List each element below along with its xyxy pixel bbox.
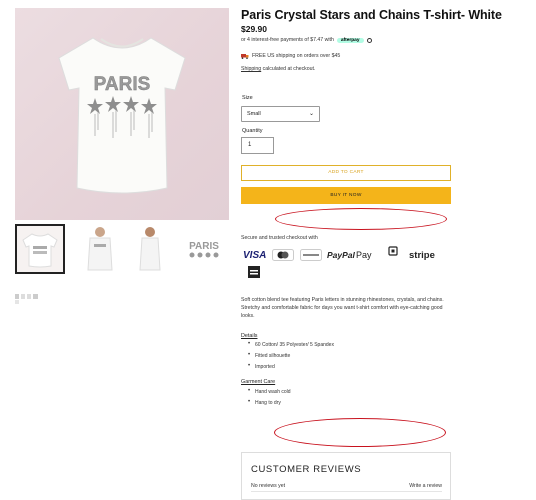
size-select-value: Small [247, 111, 261, 117]
quantity-value: 1 [248, 142, 252, 148]
details-item: Imported [248, 363, 275, 370]
mastercard-circles-icon [272, 249, 294, 261]
buy-it-now-button[interactable]: BUY IT NOW [241, 187, 451, 204]
mastercard-icon [272, 248, 294, 262]
discover-card-icon [300, 249, 322, 261]
quantity-label: Quantity [242, 128, 263, 134]
print-closeup-graphic: PARIS [189, 241, 219, 258]
apple-pay-logo: Pay [356, 248, 372, 262]
model-front-graphic [87, 227, 113, 271]
amex-card-icon [248, 266, 260, 278]
shipping-notice: FREE US shipping on orders over $45 [241, 53, 340, 59]
reviews-title: CUSTOMER REVIEWS [251, 464, 362, 475]
product-title: Paris Crystal Stars and Chains T-shirt- … [241, 8, 502, 22]
product-description: Soft cotton blend tee featuring Paris le… [241, 297, 444, 319]
model-side-graphic [139, 227, 161, 271]
write-review-link[interactable]: Write a review [409, 483, 442, 489]
thumbnail-3[interactable] [130, 224, 170, 274]
no-reviews-text: No reviews yet [251, 483, 286, 489]
shirt-print-text: PARIS [94, 74, 151, 95]
shipping-calc-text: calculated at checkout. [262, 66, 316, 72]
visa-logo: VISA [243, 248, 266, 262]
thumbnail-2[interactable] [75, 224, 125, 274]
size-label: Size [242, 95, 253, 101]
garment-care-heading: Garment Care [241, 379, 276, 385]
mini-thumbnails-icon [15, 294, 38, 304]
discover-icon [300, 248, 322, 262]
installments-text: or 4 interest-free payments of $7.47 wit… [241, 37, 334, 43]
care-item: Hang to dry [248, 399, 281, 406]
afterpay-badge[interactable]: afterpay [336, 37, 364, 43]
paypal-logo: PayPal [327, 248, 355, 262]
size-select[interactable]: Small ⌄ [241, 106, 320, 122]
quantity-input[interactable]: 1 [241, 137, 274, 154]
apple-pay-label: Pay [356, 250, 372, 260]
secure-checkout-text: Secure and trusted checkout with [241, 235, 318, 241]
amex-icon [248, 265, 260, 283]
stripe-logo: stripe [409, 248, 435, 262]
divider [251, 491, 442, 492]
info-icon[interactable] [366, 37, 372, 43]
shipping-notice-text: FREE US shipping on orders over $45 [252, 53, 341, 59]
details-item: 60 Cotton/ 35 Polyester/ 5 Spandex [248, 341, 334, 348]
thumbnail-4[interactable]: PARIS [180, 224, 228, 274]
venmo-square-icon [388, 246, 398, 256]
thumbnail-1[interactable] [15, 224, 65, 274]
annotation-oval-top [275, 208, 447, 230]
venmo-icon [388, 246, 398, 260]
thumbnail-strip-mini[interactable] [15, 292, 40, 304]
care-item: Hand wash cold [248, 388, 290, 395]
truck-icon [241, 54, 249, 59]
customer-reviews-panel: CUSTOMER REVIEWS No reviews yet Write a … [241, 452, 451, 500]
main-product-image[interactable]: PARIS [15, 8, 229, 220]
annotation-oval-bottom [274, 418, 446, 447]
visa-label: VISA [243, 249, 267, 261]
shipping-link[interactable]: Shipping [241, 66, 261, 72]
chevron-down-icon: ⌄ [308, 111, 314, 117]
thumbnail-tshirt-graphic [22, 233, 58, 268]
paypal-label: PayPal [327, 250, 355, 260]
product-price: $29.90 [241, 24, 267, 34]
installments-line: or 4 interest-free payments of $7.47 wit… [241, 37, 372, 43]
add-to-cart-button[interactable]: ADD TO CART [241, 165, 451, 181]
details-heading: Details [241, 333, 258, 339]
details-item: Fitted silhouette [248, 352, 290, 359]
shipping-calc-line: Shipping calculated at checkout. [241, 66, 315, 72]
tshirt-image: PARIS [58, 37, 186, 194]
stripe-label: stripe [409, 249, 435, 261]
thumbnail-print-text: PARIS [189, 241, 219, 252]
